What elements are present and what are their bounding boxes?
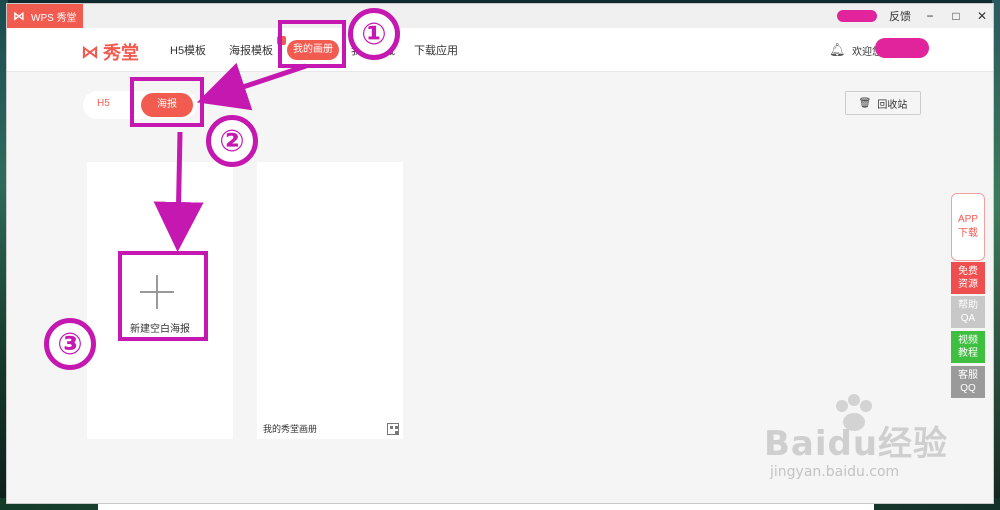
- support-qq-line1: 客服: [958, 370, 978, 381]
- free-resources-line1: 免费: [958, 266, 978, 277]
- nav-poster-templates[interactable]: 海报模板: [229, 42, 273, 58]
- feedback-link[interactable]: 反馈: [889, 8, 911, 24]
- step-number-3: ③: [44, 318, 96, 370]
- close-icon[interactable]: ✕: [975, 9, 989, 23]
- background-window-strip: [98, 503, 874, 510]
- redacted-username: [837, 10, 877, 22]
- album-name: 我的秀堂画册: [263, 424, 318, 434]
- step-number-1: ①: [348, 8, 400, 60]
- top-nav: ⋈ 秀堂 H5模板 海报模板 我的画册 我的收藏 下载应用 🔔︎ 欢迎您: [7, 28, 993, 72]
- help-qa-button[interactable]: 帮助 QA: [951, 296, 985, 328]
- nav-download-app[interactable]: 下载应用: [414, 42, 458, 58]
- video-tutorial-line2: 教程: [958, 348, 978, 359]
- annotation-box-3: [118, 251, 208, 341]
- annotation-box-2: [130, 77, 204, 127]
- watermark-brand: Baidu经验: [764, 424, 949, 464]
- step-number-2: ②: [206, 115, 258, 167]
- window-controls: 反馈 − □ ✕: [837, 4, 989, 28]
- album-card[interactable]: 我的秀堂画册: [257, 162, 403, 439]
- app-name: WPS 秀堂: [31, 12, 77, 24]
- app-download-line1: APP: [957, 214, 978, 225]
- title-bar: ⋈ WPS 秀堂 反馈 − □ ✕: [7, 4, 993, 28]
- help-qa-line1: 帮助: [958, 300, 978, 311]
- nav-h5-templates[interactable]: H5模板: [170, 42, 206, 58]
- trash-icon: 🗑︎: [858, 97, 872, 109]
- site-logo[interactable]: ⋈ 秀堂: [81, 39, 139, 65]
- video-tutorial-line1: 视频: [958, 335, 978, 346]
- maximize-icon[interactable]: □: [949, 9, 963, 23]
- annotation-box-1: [278, 20, 346, 68]
- tab-h5[interactable]: H5: [97, 98, 110, 109]
- support-qq-button[interactable]: 客服 QQ: [951, 366, 985, 398]
- bow-logo-icon: ⋈: [13, 9, 25, 23]
- app-badge: ⋈ WPS 秀堂: [7, 4, 83, 28]
- support-qq-line2: QQ: [960, 383, 976, 394]
- free-resources-line2: 资源: [958, 279, 978, 290]
- app-download-widget[interactable]: APP 下载: [951, 193, 985, 261]
- app-download-line2: 下载: [958, 228, 978, 239]
- redacted-username: [875, 38, 929, 58]
- video-tutorial-button[interactable]: 视频 教程: [951, 331, 985, 363]
- recycle-bin-label: 回收站: [877, 99, 908, 111]
- recycle-bin-button[interactable]: 🗑︎ 回收站: [845, 91, 921, 115]
- watermark-url: jingyan.baidu.com: [770, 464, 900, 480]
- help-qa-line2: QA: [960, 313, 976, 324]
- bell-icon[interactable]: 🔔︎: [829, 42, 846, 58]
- free-resources-button[interactable]: 免费 资源: [951, 262, 985, 294]
- bow-logo-icon: ⋈: [81, 41, 99, 62]
- qr-code-icon[interactable]: [387, 423, 399, 435]
- minimize-icon[interactable]: −: [923, 9, 937, 23]
- logo-text: 秀堂: [103, 43, 139, 63]
